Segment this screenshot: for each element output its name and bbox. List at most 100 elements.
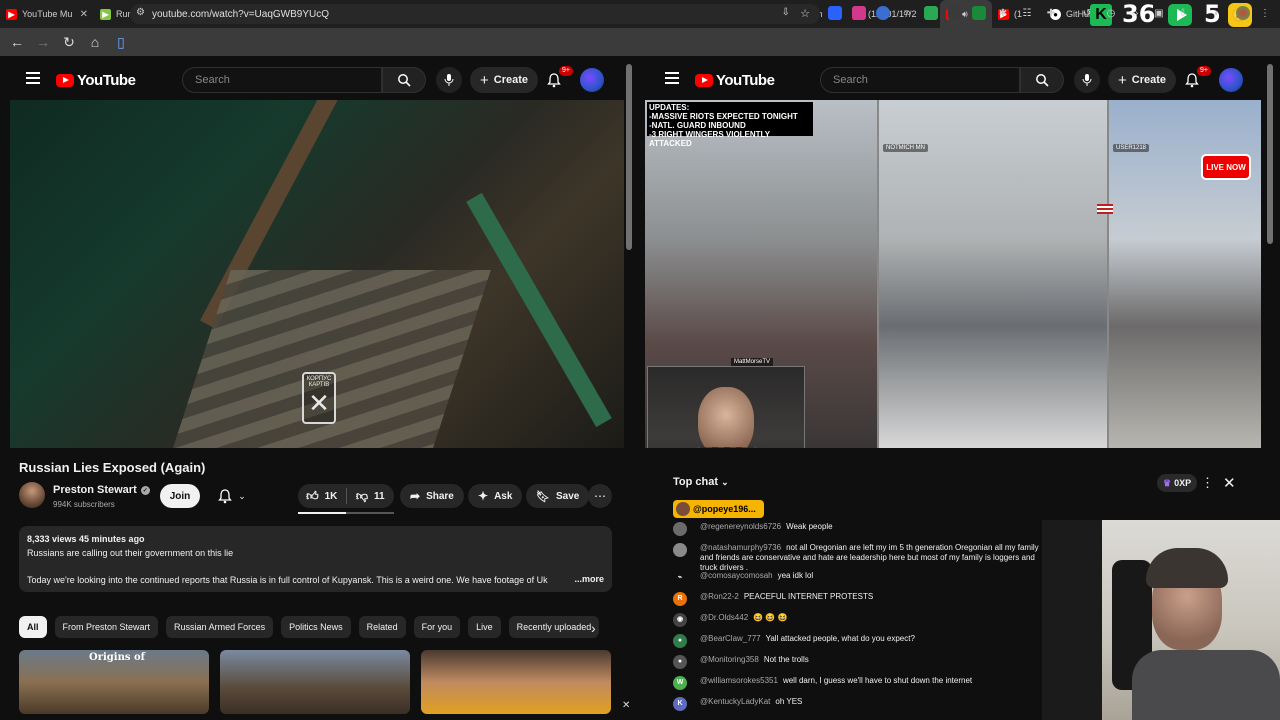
chat-message[interactable]: @regenereynolds6726 Weak people (669, 522, 1049, 543)
profile-avatar[interactable] (1236, 6, 1250, 20)
like-button[interactable]: 👍︎ 1K (298, 489, 346, 504)
channel-name-link[interactable]: Preston Stewart ✓ (53, 484, 150, 496)
chat-author[interactable]: @Monitoring358 (700, 655, 759, 664)
video-player[interactable]: КОРПУС КАРТІВ ✕ (10, 100, 624, 448)
dislike-button[interactable]: 👎︎ 11 (347, 489, 395, 504)
devtools-icon[interactable]: ‹› (1128, 6, 1142, 20)
filter-chip[interactable]: Live (468, 616, 501, 638)
filter-chip[interactable]: All (19, 616, 47, 638)
chat-avatar[interactable] (673, 543, 687, 557)
notifications-button[interactable]: 9+ (1181, 66, 1211, 91)
search-button[interactable] (382, 67, 426, 93)
tab-close-icon[interactable]: ✕ (80, 9, 88, 20)
sidebar-toggle-icon[interactable]: ▯ (110, 31, 132, 53)
address-bar[interactable]: ⚙ youtube.com/watch?v=UaqGWB9YUcQ ☆ ⇩ (130, 4, 820, 24)
downloads-icon[interactable]: ⇩ (1176, 6, 1190, 20)
account-avatar[interactable] (580, 68, 604, 92)
filter-chip[interactable]: Recently uploaded (508, 616, 599, 638)
chat-author[interactable]: @regenereynolds6726 (700, 522, 781, 531)
extension-icon[interactable] (948, 6, 962, 20)
extension-icon[interactable]: ∞ (900, 6, 914, 20)
install-icon[interactable]: ⇩ (782, 7, 790, 18)
profile-icon[interactable]: ◐ (1210, 6, 1224, 20)
save-button[interactable]: 🔖︎ Save (526, 484, 590, 508)
close-icon[interactable]: ✕ (1223, 474, 1236, 492)
join-button[interactable]: Join (160, 484, 200, 508)
back-icon[interactable]: ← (6, 31, 28, 53)
menu-icon[interactable] (26, 72, 40, 84)
filter-chip[interactable]: For you (413, 616, 461, 638)
chat-avatar[interactable]: ◉ (673, 613, 687, 627)
forward-icon[interactable]: → (32, 31, 54, 53)
history-icon[interactable]: ↺ (1080, 6, 1094, 20)
filter-chip[interactable]: Related (358, 616, 406, 638)
channel-avatar[interactable] (19, 482, 45, 508)
chat-avatar[interactable]: R (673, 592, 687, 606)
chat-message[interactable]: ● @BearClaw_777 Yall attacked people, what… (669, 634, 1049, 655)
chat-author[interactable]: @comosaycomosah (700, 571, 773, 580)
create-button[interactable]: + Create (470, 67, 539, 93)
menu-icon[interactable] (665, 72, 679, 84)
screenshot-icon[interactable]: ▣ (1152, 6, 1166, 20)
youtube-logo[interactable]: YouTube (56, 72, 136, 89)
live-video-player[interactable]: UPDATES: -MASSIVE RIOTS EXPECTED TONIGHT -… (645, 100, 1261, 448)
chat-avatar[interactable] (673, 522, 687, 536)
chat-message[interactable]: ● @Monitoring358 Not the trolls (669, 655, 1049, 676)
chat-author[interactable]: @BearClaw_777 (700, 634, 761, 643)
xp-badge[interactable]: ♛ 0XP (1157, 474, 1198, 492)
voice-search-button[interactable] (436, 67, 462, 93)
show-more-link[interactable]: ...more (572, 574, 604, 584)
voice-search-button[interactable] (1074, 67, 1100, 93)
extension-icon[interactable] (972, 6, 986, 20)
related-video-thumbnail[interactable]: Origins of (19, 650, 209, 714)
search-input[interactable]: Search (182, 67, 382, 93)
youtube-logo[interactable]: YouTube (695, 72, 775, 89)
site-info-icon[interactable]: ⚙ (136, 7, 145, 18)
close-icon[interactable]: ✕ (622, 700, 630, 711)
subscription-bell-button[interactable]: ⌄ (208, 484, 256, 508)
chat-avatar[interactable]: K (673, 697, 687, 711)
bookmark-star-icon[interactable]: ☆ (800, 7, 810, 20)
search-button[interactable] (1020, 67, 1064, 93)
chat-message[interactable]: ◉ @Dr.Olds442 😆 😆 😆 (669, 613, 1049, 634)
browser-tab[interactable]: ▶ YouTube Mu ✕ (0, 0, 94, 28)
chat-author[interactable]: @natashamurphy9736 (700, 543, 781, 552)
chat-author[interactable]: @Dr.Olds442 (700, 613, 748, 622)
chat-message[interactable]: @natashamurphy9736 not all Oregonian are … (669, 543, 1041, 572)
notifications-button[interactable]: 9+ (543, 66, 573, 91)
extensions-puzzle-icon[interactable]: ✚ (1044, 6, 1058, 20)
chat-message[interactable]: W @williamsorokes5351 well darn, I guess w… (669, 676, 1049, 697)
chevron-right-icon[interactable]: › (591, 620, 596, 636)
extension-icon[interactable] (924, 6, 938, 20)
home-icon[interactable]: ⌂ (84, 31, 106, 53)
chat-message[interactable]: K @KentuckyLadyKat oh YES (669, 697, 1049, 718)
clock-icon[interactable]: ◷ (1104, 6, 1118, 20)
pinned-chat-chip[interactable]: @popeye196... (673, 500, 764, 518)
chat-mode-dropdown[interactable]: Top chat ⌄ (673, 476, 729, 488)
chat-avatar[interactable]: ● (673, 655, 687, 669)
account-avatar[interactable] (1219, 68, 1243, 92)
chat-avatar[interactable]: ● (673, 634, 687, 648)
filter-chip[interactable]: Russian Armed Forces (166, 616, 274, 638)
extension-icon[interactable] (828, 6, 842, 20)
chat-more-icon[interactable]: ⋮ (1201, 475, 1214, 491)
filter-chip[interactable]: Politics News (281, 616, 351, 638)
ask-button[interactable]: ✦ Ask (468, 484, 523, 508)
extension-icon[interactable]: ☷ (1020, 6, 1034, 20)
browser-menu-icon[interactable]: ⋮ (1258, 6, 1272, 20)
chat-avatar[interactable]: ⌁ (673, 571, 687, 585)
chat-message[interactable]: R @Ron22-2 PEACEFUL INTERNET PROTESTS (669, 592, 1049, 613)
related-video-thumbnail[interactable] (421, 650, 611, 714)
related-video-thumbnail[interactable] (220, 650, 410, 714)
more-actions-button[interactable]: ⋯ (588, 484, 612, 508)
search-input[interactable]: Search (820, 67, 1020, 93)
reload-icon[interactable]: ↻ (58, 31, 80, 53)
create-button[interactable]: + Create (1108, 67, 1177, 93)
chat-message[interactable]: ⌁ @comosaycomosah yea idk lol (669, 571, 1049, 592)
chat-author[interactable]: @williamsorokes5351 (700, 676, 778, 685)
extension-icon[interactable] (876, 6, 890, 20)
video-description[interactable]: 8,333 views 45 minutes ago Russians are … (19, 526, 612, 592)
filter-chip[interactable]: From Preston Stewart (54, 616, 159, 638)
chat-author[interactable]: @Ron22-2 (700, 592, 739, 601)
extension-icon[interactable] (852, 6, 866, 20)
